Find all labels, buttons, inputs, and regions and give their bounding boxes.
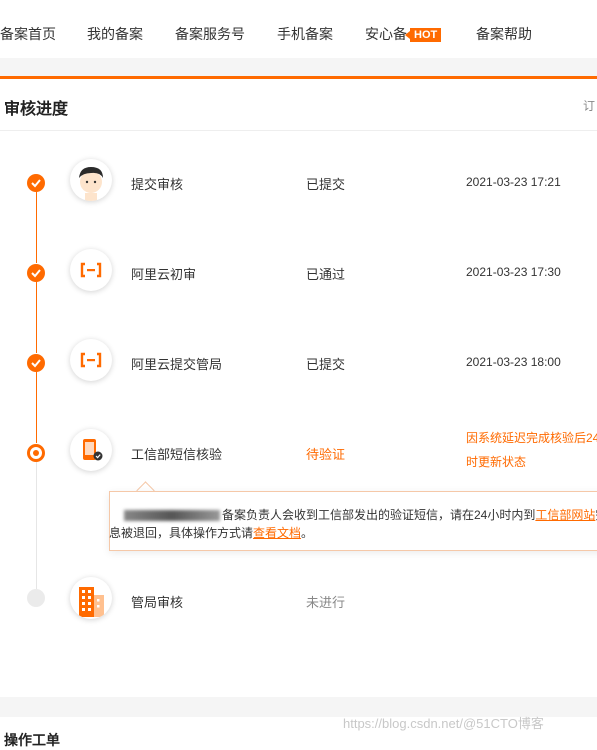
delay-note-line1: 因系统延迟完成核验后24 <box>466 431 597 445</box>
step-done-marker <box>27 264 45 282</box>
section-right-link[interactable]: 订 <box>583 97 595 114</box>
step-name: 阿里云初审 <box>131 267 197 282</box>
aliyun-logo-icon <box>70 249 112 291</box>
step-status: 待验证 <box>306 447 346 462</box>
user-avatar-icon <box>70 159 112 201</box>
tooltip-line-1: 备案负责人会收到工信部发出的验证短信，请在24小时内到工信部网站完 <box>124 506 597 523</box>
nav-item-my-filing[interactable]: 我的备案 <box>87 24 143 44</box>
delay-note-line2: 时更新状态 <box>466 455 527 469</box>
top-navigation: 备案首页 我的备案 备案服务号 手机备案 安心备 HOT 备案帮助 <box>0 0 597 59</box>
watermark: https://blog.csdn.net/@51CTO博客 <box>343 716 544 731</box>
current-dot-icon <box>33 450 39 456</box>
hot-badge: HOT <box>404 28 442 42</box>
step-name: 管局审核 <box>131 595 184 610</box>
check-icon <box>31 269 41 278</box>
aliyun-logo-icon <box>70 339 112 381</box>
check-icon <box>31 179 41 188</box>
step-status: 已提交 <box>306 357 346 372</box>
sms-verification-tooltip: 备案负责人会收到工信部发出的验证短信，请在24小时内到工信部网站完 息被退回，具… <box>109 491 597 551</box>
delay-note: 因系统延迟完成核验后24 时更新状态 <box>466 426 597 474</box>
step-pending-marker <box>27 589 45 607</box>
step-status: 已通过 <box>306 267 346 282</box>
step-name: 提交审核 <box>131 177 184 192</box>
nav-item-service-account[interactable]: 备案服务号 <box>175 24 245 44</box>
phone-check-icon <box>70 429 112 471</box>
step-time: 2021-03-23 17:21 <box>466 175 561 189</box>
nav-item-mobile-filing[interactable]: 手机备案 <box>277 24 333 44</box>
tooltip-line-2: 息被退回，具体操作方式请查看文档。 <box>109 524 313 541</box>
timeline-line <box>36 191 37 263</box>
view-doc-link[interactable]: 查看文档 <box>253 526 301 540</box>
timeline-line <box>36 461 37 589</box>
check-icon <box>31 359 41 368</box>
step-name: 工信部短信核验 <box>131 447 223 462</box>
step-time: 2021-03-23 17:30 <box>466 265 561 279</box>
tooltip-text: 息被退回，具体操作方式请 <box>109 526 254 540</box>
page-title: 审核进度 <box>4 101 69 118</box>
miit-website-link[interactable]: 工信部网站 <box>535 508 595 522</box>
nav-item-help[interactable]: 备案帮助 <box>476 24 532 44</box>
step-done-marker <box>27 174 45 192</box>
next-section-title: 操作工单 <box>4 732 60 748</box>
redacted-block <box>124 510 220 522</box>
nav-item-anxinbei[interactable]: 安心备 HOT <box>365 24 442 44</box>
tooltip-text: 备案负责人会收到工信部发出的验证短信，请在24小时内到 <box>222 508 536 522</box>
tooltip-text-tail: 。 <box>301 526 314 540</box>
step-name: 阿里云提交管局 <box>131 357 223 372</box>
step-status: 已提交 <box>306 177 346 192</box>
step-time: 2021-03-23 18:00 <box>466 355 561 369</box>
nav-item-anxinbei-label: 安心备 <box>365 26 407 42</box>
section-gap <box>0 58 597 76</box>
timeline-line <box>36 281 37 353</box>
step-current-marker <box>27 444 45 462</box>
step-done-marker <box>27 354 45 372</box>
step-status: 未进行 <box>306 595 346 610</box>
timeline-line <box>36 371 37 443</box>
title-divider <box>0 130 597 131</box>
building-icon <box>70 577 112 619</box>
accent-bar <box>0 76 597 79</box>
nav-item-home[interactable]: 备案首页 <box>0 24 56 44</box>
